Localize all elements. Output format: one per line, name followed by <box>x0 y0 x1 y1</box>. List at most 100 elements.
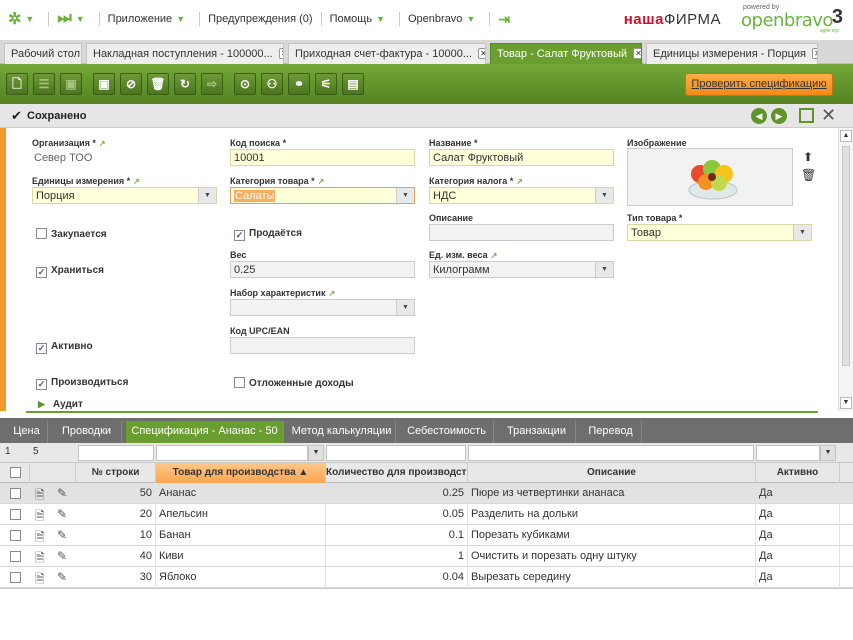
delete-button[interactable]: 🗑 <box>147 73 169 95</box>
subtab-translation[interactable]: Перевод <box>580 421 642 443</box>
chevron-down-icon[interactable]: ▼ <box>396 300 414 315</box>
close-icon[interactable]: ✕ <box>478 48 485 59</box>
tax-category-select[interactable]: НДС ▼ <box>429 187 614 204</box>
tab-product[interactable]: Товар - Салат Фруктовый ✕ <box>490 43 642 64</box>
deferred-revenue-checkbox[interactable]: Отложенные доходы <box>234 377 354 389</box>
row-checkbox[interactable] <box>10 509 21 520</box>
description-filter[interactable] <box>468 445 754 461</box>
save-close-button[interactable]: ▣ <box>93 73 115 95</box>
undo-button[interactable]: ⊘ <box>120 73 142 95</box>
product-category-select[interactable]: Салаты ▼ <box>230 187 415 204</box>
row-checkbox[interactable] <box>10 572 21 583</box>
chevron-down-icon[interactable]: ▼ <box>176 14 185 24</box>
product-header[interactable]: Товар для производства ▲ <box>156 463 326 483</box>
chevron-down-icon[interactable]: ▼ <box>376 14 385 24</box>
form-scrollbar[interactable]: ▲ ▼ <box>838 128 853 411</box>
audit-button[interactable]: ⚇ <box>261 73 283 95</box>
uom-select[interactable]: Порция ▼ <box>32 187 217 204</box>
active-filter[interactable] <box>756 445 820 461</box>
weight-field[interactable]: 0.25 <box>230 261 415 278</box>
row-checkbox[interactable] <box>10 551 21 562</box>
maximize-icon[interactable] <box>799 108 814 123</box>
verify-bom-button[interactable]: Проверить спецификацию <box>685 73 833 96</box>
clone-button[interactable]: ⚟ <box>315 73 337 95</box>
product-filter[interactable] <box>156 445 308 461</box>
chevron-down-icon[interactable]: ▼ <box>595 188 613 203</box>
chevron-down-icon[interactable]: ▼ <box>25 14 34 24</box>
previous-record-icon[interactable]: ◀ <box>751 108 767 124</box>
scroll-down-icon[interactable]: ▼ <box>840 397 852 409</box>
close-icon[interactable]: ✕ <box>811 48 817 59</box>
subtab-transactions[interactable]: Транзакции <box>498 421 576 443</box>
quantity-filter[interactable] <box>326 445 466 461</box>
quick-launch-icon[interactable]: ✲ <box>8 9 21 29</box>
new-document-button[interactable]: 🗋 <box>6 73 28 95</box>
close-form-icon[interactable]: ✕ <box>821 106 837 124</box>
scroll-up-icon[interactable]: ▲ <box>840 130 852 142</box>
tab-purchase-invoice[interactable]: Приходная счет-фактура - 10000...✕ <box>288 43 486 64</box>
subtab-cost[interactable]: Себестоимость <box>400 421 494 443</box>
table-row[interactable]: 🗎 ✎ 10 Банан 0.1 Порезать кубиками Да <box>0 525 853 546</box>
upload-image-icon[interactable]: ⬆ <box>801 150 815 164</box>
chevron-down-icon[interactable]: ▼ <box>198 188 216 203</box>
alerts-link[interactable]: Предупреждения (0) <box>208 13 312 25</box>
attribute-set-select[interactable]: ▼ <box>230 299 415 316</box>
upc-field[interactable] <box>230 337 415 354</box>
line-no-header[interactable]: № строки <box>76 463 156 483</box>
table-row[interactable]: 🗎 ✎ 40 Киви 1 Очистить и порезать одну ш… <box>0 546 853 567</box>
edit-icon[interactable]: ✎ <box>57 528 67 542</box>
purchased-checkbox[interactable]: Закупается <box>36 228 107 240</box>
subtab-costing-method[interactable]: Метод калькуляции <box>288 421 396 443</box>
user-menu[interactable]: Openbravo <box>408 13 462 25</box>
row-checkbox[interactable] <box>10 488 21 499</box>
quick-create-icon[interactable]: ⏭ <box>57 10 71 28</box>
sold-checkbox[interactable]: ✓ Продаётся <box>234 228 302 241</box>
next-record-icon[interactable]: ▶ <box>771 108 787 124</box>
subtab-bom[interactable]: Спецификация - Ананас - 50 <box>126 421 284 443</box>
chevron-down-icon[interactable]: ▼ <box>466 14 475 24</box>
chevron-down-icon[interactable]: ▼ <box>595 262 613 277</box>
chevron-down-icon[interactable]: ▼ <box>76 14 85 24</box>
product-type-select[interactable]: Товар ▼ <box>627 224 812 241</box>
description-header[interactable]: Описание <box>468 463 756 483</box>
tab-goods-receipt[interactable]: Накладная поступления - 100000...✕ <box>86 43 284 64</box>
help-menu[interactable]: Помощь <box>330 13 373 25</box>
close-icon[interactable]: ✕ <box>278 48 283 59</box>
select-all-column[interactable] <box>0 463 30 483</box>
subtab-price[interactable]: Цена <box>6 421 48 443</box>
select-all-checkbox[interactable] <box>10 467 21 478</box>
chevron-down-icon[interactable]: ▼ <box>396 188 414 203</box>
active-header[interactable]: Активно <box>756 463 840 483</box>
table-row[interactable]: 🗎 ✎ 20 Апельсин 0.05 Разделить на дольки… <box>0 504 853 525</box>
table-row[interactable]: 🗎 ✎ 50 Ананас 0.25 Пюре из четвертинки а… <box>0 483 853 504</box>
refresh-button[interactable]: ↻ <box>174 73 196 95</box>
quantity-header[interactable]: Количество для производства <box>326 463 468 483</box>
edit-icon[interactable]: ✎ <box>57 507 67 521</box>
chevron-down-icon[interactable]: ▼ <box>793 225 811 240</box>
tab-workspace[interactable]: Рабочий стол <box>4 43 82 64</box>
new-row-button[interactable]: ☰ <box>33 73 55 95</box>
description-field[interactable] <box>429 224 614 241</box>
line-filter[interactable] <box>78 445 154 461</box>
applications-menu[interactable]: Приложение <box>108 13 173 25</box>
name-field[interactable]: Салат Фруктовый <box>429 149 614 166</box>
active-checkbox[interactable]: ✓ Активно <box>36 341 93 354</box>
table-row[interactable]: 🗎 ✎ 30 Яблоко 0.04 Вырезать середину Да <box>0 567 853 588</box>
audit-section-toggle[interactable]: ▶ Аудит <box>38 399 83 410</box>
stocked-checkbox[interactable]: ✓ Храниться <box>36 265 104 278</box>
chevron-down-icon[interactable]: ▼ <box>820 445 836 461</box>
delete-image-icon[interactable]: 🗑 <box>801 168 816 182</box>
chevron-down-icon[interactable]: ▼ <box>308 445 324 461</box>
link-button[interactable]: ⚭ <box>288 73 310 95</box>
edit-icon[interactable]: ✎ <box>57 549 67 563</box>
weight-uom-select[interactable]: Килограмм ▼ <box>429 261 614 278</box>
export-button[interactable]: ⇨ <box>201 73 223 95</box>
produced-checkbox[interactable]: ✓ Производиться <box>36 377 128 390</box>
edit-icon[interactable]: ✎ <box>57 486 67 500</box>
attachment-button[interactable]: ⊙ <box>234 73 256 95</box>
search-key-field[interactable]: 10001 <box>230 149 415 166</box>
row-checkbox[interactable] <box>10 530 21 541</box>
scroll-thumb[interactable] <box>842 146 850 366</box>
subtab-accounting[interactable]: Проводки <box>52 421 122 443</box>
logout-icon[interactable]: ⇥ <box>498 11 510 28</box>
